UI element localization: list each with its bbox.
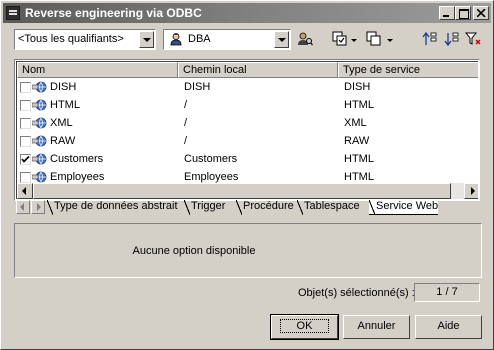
chevron-down-icon[interactable] [274,31,289,48]
list-header: Nom Chemin local Type de service [17,62,478,78]
tab-abstract-data-type[interactable]: Type de données abstrait [47,200,178,215]
list-row[interactable]: XML / XML [17,114,478,132]
qualifier-value: <Tous les qualifiants> [18,33,124,45]
help-button[interactable]: Aide [415,315,482,339]
minimize-button[interactable] [439,6,455,20]
ok-button[interactable]: OK [270,314,339,340]
qualifier-select[interactable]: <Tous les qualifiants> [14,29,156,50]
row-checkbox[interactable] [20,172,31,183]
tab-bar: Type de données abstrait Trigger Procédu… [14,199,480,215]
user-icon [170,33,182,46]
no-options-message: Aucune option disponible [132,245,256,257]
row-local-path: / [184,135,188,147]
row-name: HTML [50,99,80,111]
owner-select[interactable]: DBA [163,29,291,50]
checkmark-icon [21,155,30,163]
web-service-icon [32,153,47,165]
row-local-path: Customers [184,153,238,165]
deselect-all-icon [366,31,381,46]
row-local-path: DISH [184,81,211,93]
select-all-button[interactable] [332,31,348,47]
web-service-icon [32,81,47,93]
horizontal-scrollbar[interactable] [17,183,478,199]
app-icon [6,6,20,20]
row-name: DISH [50,81,77,93]
filter-icon [465,32,481,45]
row-service-type: HTML [344,171,374,183]
select-all-dropdown-icon[interactable] [351,39,357,42]
options-panel: Aucune option disponible [14,223,482,278]
close-icon [477,9,486,17]
row-service-type: HTML [344,99,374,111]
row-checkbox[interactable] [20,136,31,147]
select-all-icon [332,31,347,46]
tab-procedure[interactable]: Procédure [236,200,294,215]
web-service-icon [32,135,47,147]
object-list[interactable]: Nom Chemin local Type de service DISH DI… [14,59,480,201]
title-bar[interactable]: Reverse engineering via ODBC [3,3,491,23]
row-service-type: XML [344,117,367,129]
row-service-type: RAW [344,135,370,147]
chevron-down-icon[interactable] [139,31,154,48]
deselect-all-button[interactable] [366,31,382,47]
list-row[interactable]: DISH DISH DISH [17,78,478,96]
user-lookup-icon [298,32,313,46]
tab-scroll-left-button[interactable] [16,200,30,214]
tab-trigger[interactable]: Trigger [184,200,225,215]
row-service-type: HTML [344,153,374,165]
row-checkbox[interactable] [20,154,31,165]
row-checkbox[interactable] [20,100,31,111]
row-name: Customers [50,153,104,165]
move-up-icon [422,31,437,45]
row-name: Employees [50,171,105,183]
list-row[interactable]: RAW / RAW [17,132,478,150]
dialog-window: Reverse engineering via ODBC <Tous les q… [0,0,494,350]
column-header-service-type[interactable]: Type de service [338,62,478,78]
web-service-icon [32,99,47,111]
window-title: Reverse engineering via ODBC [25,6,202,20]
selection-count: 1 / 7 [414,283,480,302]
tab-scroll-right-button[interactable] [31,200,45,214]
column-header-name[interactable]: Nom [17,62,178,78]
row-checkbox[interactable] [20,82,31,93]
owner-properties-button[interactable] [297,31,313,47]
row-checkbox[interactable] [20,118,31,129]
row-local-path: / [184,117,188,129]
scroll-thumb[interactable] [33,183,451,199]
row-name: RAW [50,135,76,147]
column-header-local-path[interactable]: Chemin local [178,62,338,78]
web-service-icon [32,171,47,183]
move-up-button[interactable] [422,31,438,47]
close-button[interactable] [473,6,489,20]
ok-button-label: OK [279,319,330,333]
list-row[interactable]: HTML / HTML [17,96,478,114]
tab-web-service[interactable]: Service Web [369,200,439,215]
tab-tablespace[interactable]: Tablespace [297,200,360,215]
row-service-type: DISH [344,81,371,93]
scroll-left-button[interactable] [17,183,33,199]
row-local-path: Employees [184,171,239,183]
selection-label: Objet(s) sélectionné(s) : [298,287,415,299]
maximize-button[interactable] [455,6,471,20]
list-row[interactable]: Customers Customers HTML [17,150,478,168]
row-local-path: / [184,99,188,111]
row-name: XML [50,117,73,129]
move-down-icon [444,32,459,47]
deselect-all-dropdown-icon[interactable] [387,39,393,42]
cancel-button[interactable]: Annuler [343,315,410,339]
web-service-icon [32,117,47,129]
owner-value: DBA [188,33,211,45]
move-down-button[interactable] [444,31,460,47]
scroll-right-button[interactable] [464,183,478,199]
filter-button[interactable] [465,31,481,47]
